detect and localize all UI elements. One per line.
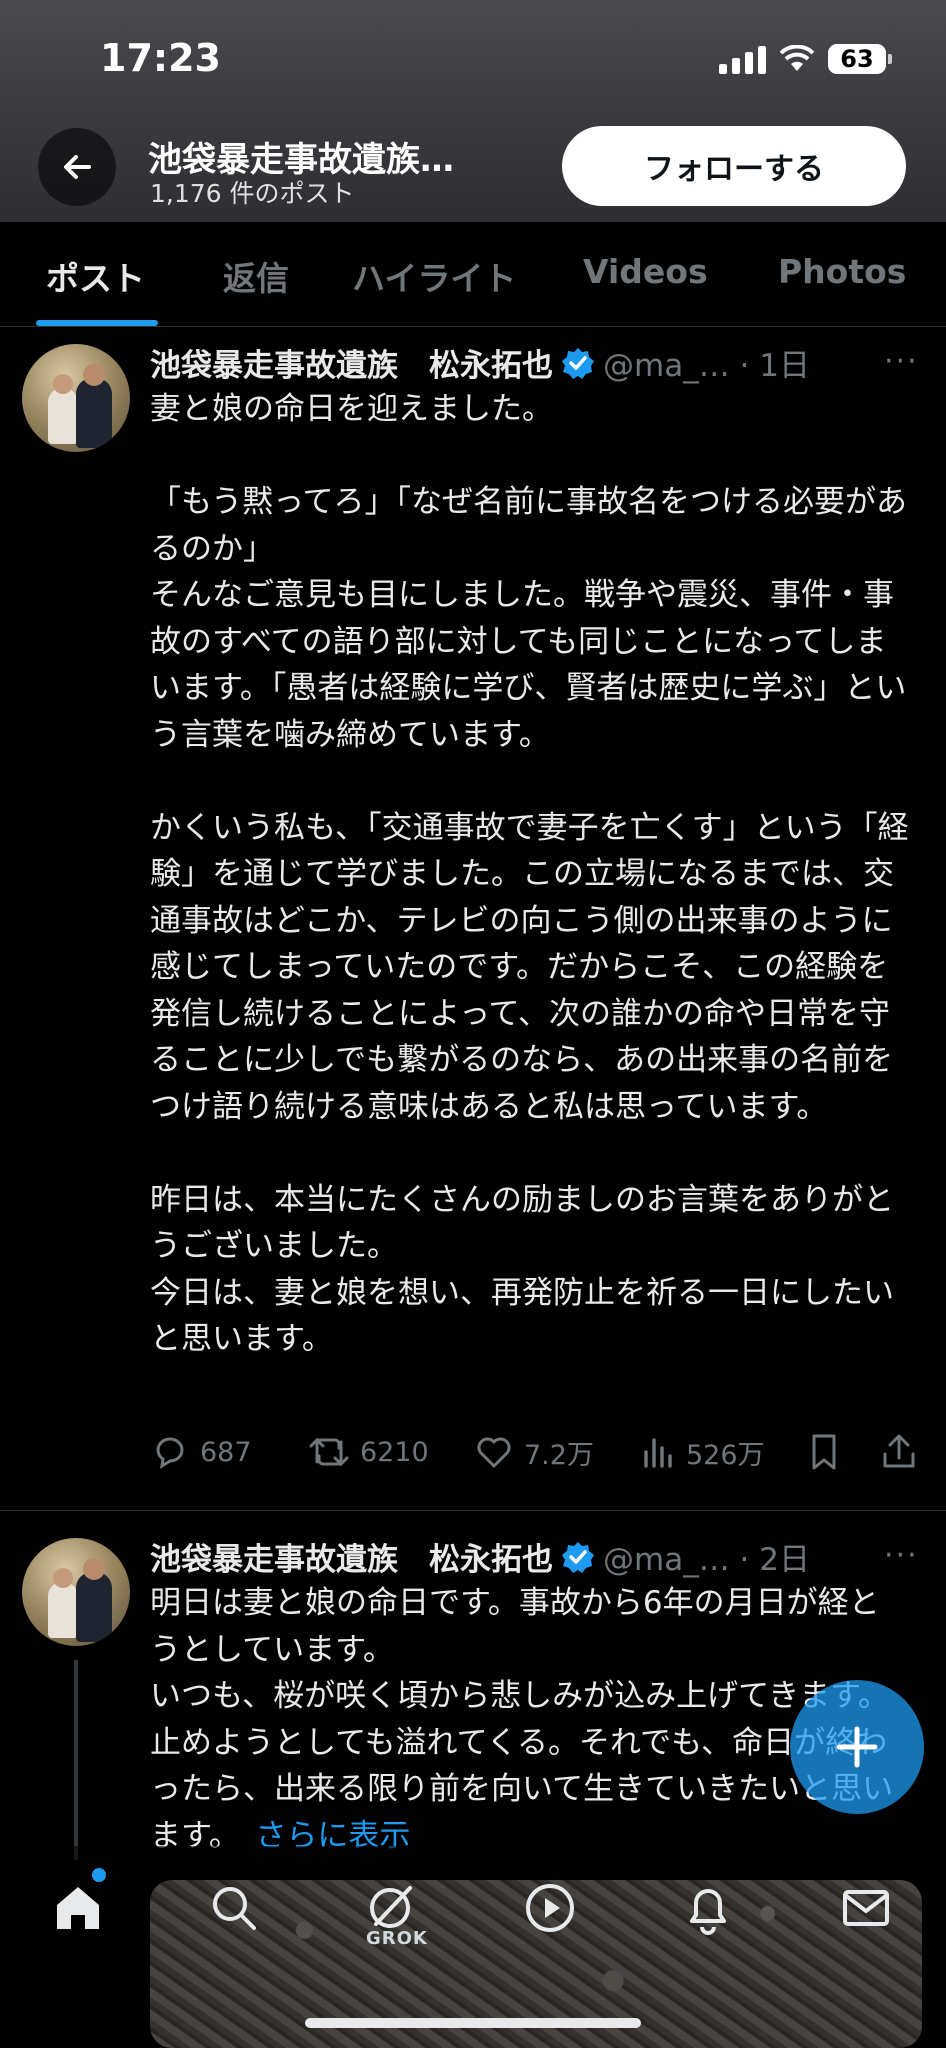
mail-icon	[843, 1890, 889, 1926]
author-handle: @ma_… · 2日	[603, 1542, 810, 1578]
heart-icon	[477, 1437, 511, 1468]
tab-highlights[interactable]: ハイライト	[352, 252, 516, 300]
share-icon	[883, 1434, 915, 1468]
bell-icon	[690, 1889, 726, 1935]
share-button[interactable]	[880, 1432, 918, 1472]
tab-replies[interactable]: 返信	[223, 252, 289, 300]
tab-photos[interactable]: Photos	[778, 252, 906, 291]
search-icon	[213, 1887, 256, 1930]
video-tab[interactable]	[522, 1880, 578, 1936]
view-count: 526万	[686, 1439, 765, 1471]
verified-badge-icon	[562, 347, 594, 379]
verified-badge-icon	[562, 1541, 594, 1573]
post-actions: 687 6210 7.2万 526万	[150, 1432, 920, 1482]
wifi-icon	[780, 45, 814, 71]
follow-button[interactable]: フォローする	[562, 126, 906, 206]
active-tab-indicator	[36, 320, 158, 326]
status-time: 17:23	[100, 36, 221, 80]
author-name[interactable]: 池袋暴走事故遺族 松永拓也	[150, 340, 553, 385]
thread-line	[74, 1660, 78, 1860]
status-icons: 63	[719, 44, 892, 74]
post-author-line: 池袋暴走事故遺族 松永拓也 @ma_… · 2日	[150, 1534, 810, 1579]
repost-icon	[309, 1437, 349, 1467]
more-options-icon[interactable]: ···	[884, 344, 919, 379]
post-count: 1,176 件のポスト	[150, 179, 355, 208]
grok-label: GROK	[366, 1928, 428, 1949]
compose-button[interactable]	[790, 1680, 924, 1814]
post-divider	[0, 1510, 946, 1511]
search-tab[interactable]	[206, 1880, 262, 1936]
reply-button[interactable]: 687	[150, 1432, 252, 1472]
views-icon	[644, 1438, 672, 1468]
repost-button[interactable]: 6210	[308, 1432, 429, 1472]
avatar[interactable]	[22, 344, 130, 452]
author-handle: @ma_… · 1日	[603, 348, 810, 384]
battery-icon: 63	[828, 44, 892, 74]
home-indicator	[305, 2018, 641, 2028]
avatar[interactable]	[22, 1538, 130, 1646]
like-count: 7.2万	[524, 1439, 594, 1471]
reply-count: 687	[200, 1436, 252, 1468]
tab-videos[interactable]: Videos	[583, 252, 708, 291]
profile-tabs: ポスト 返信 ハイライト Videos Photos	[0, 222, 946, 327]
plus-icon	[836, 1726, 878, 1768]
bookmark-button[interactable]	[806, 1432, 842, 1472]
like-button[interactable]: 7.2万	[474, 1432, 594, 1472]
home-tab[interactable]	[50, 1880, 106, 1936]
tab-posts[interactable]: ポスト	[46, 252, 145, 300]
play-icon	[526, 1884, 574, 1932]
repost-count: 6210	[360, 1436, 429, 1468]
views-button[interactable]: 526万	[640, 1432, 765, 1472]
bookmark-icon	[812, 1434, 836, 1470]
post-author-line: 池袋暴走事故遺族 松永拓也 @ma_… · 1日	[150, 340, 810, 385]
author-name[interactable]: 池袋暴走事故遺族 松永拓也	[150, 1534, 553, 1579]
messages-tab[interactable]	[838, 1880, 894, 1936]
reply-icon	[156, 1437, 184, 1469]
notifications-tab[interactable]	[680, 1880, 736, 1936]
post-text-body: 明日は妻と娘の命日です。事故から6年の月日が経とうとしています。 いつも、桜が咲…	[150, 1585, 894, 1854]
post-text: 妻と娘の命日を迎えました。 「もう黙ってろ」「なぜ名前に事故名をつける必要がある…	[150, 391, 909, 1357]
back-button[interactable]	[38, 128, 116, 206]
home-icon	[57, 1887, 99, 1929]
arrow-left-icon	[64, 155, 91, 179]
signal-icon	[719, 44, 766, 74]
more-options-icon[interactable]: ···	[884, 1538, 919, 1573]
